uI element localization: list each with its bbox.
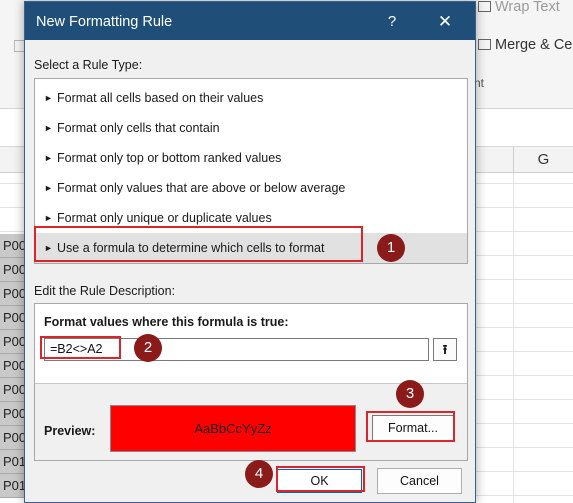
rule-type-label: Format only unique or duplicate values — [57, 211, 272, 225]
step-badge-3: 3 — [396, 380, 424, 408]
step-badge-4: 4 — [245, 460, 273, 488]
wrap-text-icon — [478, 1, 491, 12]
bullet-arrow-icon: ► — [44, 153, 53, 163]
bullet-arrow-icon: ► — [44, 93, 53, 103]
close-icon[interactable]: ✕ — [435, 11, 455, 33]
rule-description-heading: Edit the Rule Description: — [34, 284, 176, 298]
merge-icon — [478, 39, 491, 50]
rule-type-heading: Select a Rule Type: — [34, 58, 143, 72]
preview-box: AaBbCcYyZz — [110, 405, 356, 452]
highlight-formula-rule — [34, 226, 363, 262]
merge-label: Merge & Ce — [495, 37, 573, 53]
cancel-button[interactable]: Cancel — [377, 468, 462, 494]
step-badge-1: 1 — [377, 234, 405, 262]
dialog-title: New Formatting Rule — [36, 14, 173, 30]
bullet-arrow-icon: ► — [44, 183, 53, 193]
formula-label: Format values where this formula is true… — [44, 315, 289, 329]
rule-type-item[interactable]: ► Format only values that are above or be… — [35, 173, 467, 203]
bullet-arrow-icon: ► — [44, 123, 53, 133]
preview-label: Preview: — [44, 424, 96, 438]
rule-type-label: Format only cells that contain — [57, 121, 220, 135]
rule-type-item[interactable]: ► Format only top or bottom ranked values — [35, 143, 467, 173]
highlight-ok-button — [276, 466, 365, 492]
rule-type-label: Format all cells based on their values — [57, 91, 264, 105]
rule-type-item[interactable]: ► Format all cells based on their values — [35, 83, 467, 113]
dialog-titlebar: New Formatting Rule ? ✕ — [25, 2, 475, 40]
help-button[interactable]: ? — [382, 11, 402, 33]
wrap-text-label: Wrap Text — [495, 0, 560, 15]
collapse-dialog-icon[interactable]: ⭱ — [433, 338, 457, 361]
merge-center-button[interactable]: Merge & Ce — [478, 37, 572, 53]
rule-type-item[interactable]: ► Format only cells that contain — [35, 113, 467, 143]
rule-type-label: Format only values that are above or bel… — [57, 181, 346, 195]
highlight-format-button — [366, 411, 455, 442]
highlight-formula-input — [40, 336, 121, 359]
column-header-g[interactable]: G — [513, 147, 573, 173]
rule-type-label: Format only top or bottom ranked values — [57, 151, 282, 165]
wrap-text-button[interactable]: Wrap Text — [478, 0, 560, 15]
step-badge-2: 2 — [134, 334, 162, 362]
